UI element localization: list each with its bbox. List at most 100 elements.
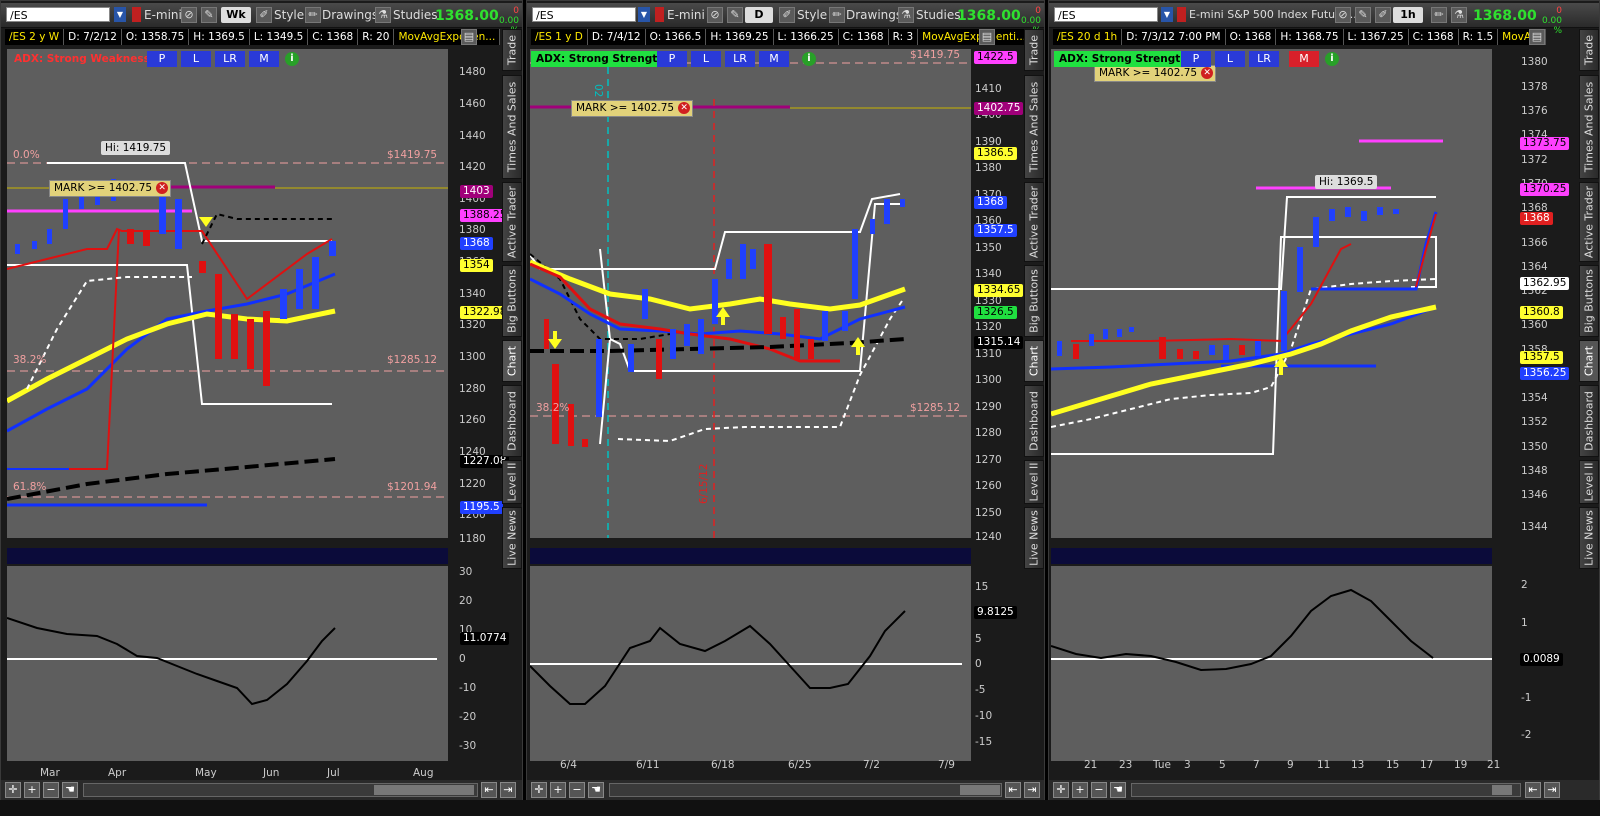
side-tab-active-trader[interactable]: Active Trader (502, 182, 522, 262)
symbol-dropdown-icon[interactable]: ▼ (1161, 7, 1173, 22)
mark-cancel-icon[interactable]: ✕ (156, 182, 169, 194)
adx-button-p[interactable]: P (657, 51, 687, 67)
chart-settings-icon[interactable]: ▤ (461, 29, 477, 45)
style-icon[interactable]: ✐ (1375, 7, 1391, 23)
mark-order-tag[interactable]: MARK >= 1402.75 ✕ (49, 180, 172, 197)
side-tab-trade[interactable]: Trade (1579, 29, 1599, 71)
adx-button-p[interactable]: P (147, 51, 177, 67)
side-tab-trade[interactable]: Trade (502, 29, 522, 71)
zoom-out-icon[interactable]: − (43, 782, 59, 798)
zoom-out-icon[interactable]: − (1091, 782, 1107, 798)
chart-symbol-period[interactable]: /ES 1 y D (531, 29, 588, 45)
side-tab-live-news[interactable]: Live News (1024, 507, 1044, 569)
chart-settings-icon[interactable]: ▤ (1529, 29, 1545, 45)
expand-right-icon[interactable]: ⇥ (1544, 782, 1560, 798)
adx-button-m[interactable]: M (249, 51, 279, 67)
studies-icon[interactable]: ⚗ (898, 7, 914, 23)
studies-menu[interactable]: Studies (393, 8, 438, 22)
adx-button-m[interactable]: M (759, 51, 789, 67)
expand-left-icon[interactable]: ⇤ (1005, 782, 1021, 798)
symbol-dropdown-icon[interactable]: ▼ (638, 7, 650, 22)
drawings-icon[interactable]: ✏ (305, 7, 321, 23)
drawings-menu[interactable]: Drawings (846, 8, 902, 22)
side-tab-times-sales[interactable]: Times And Sales (502, 75, 522, 179)
expand-left-icon[interactable]: ⇤ (1525, 782, 1541, 798)
mark-cancel-icon[interactable]: ✕ (678, 102, 691, 114)
side-tab-times-sales[interactable]: Times And Sales (1579, 75, 1599, 179)
side-tab-chart[interactable]: Chart (502, 340, 522, 382)
price-chart-area[interactable]: Hi: 1419.75 0.0% $1419.75 38.2% $1285.12… (7, 49, 448, 538)
side-tab-dashboard[interactable]: Dashboard (1024, 385, 1044, 457)
side-tab-live-news[interactable]: Live News (1579, 507, 1599, 569)
time-scrollbar[interactable] (609, 783, 1002, 797)
price-chart-area[interactable]: 38.2% $1285.12 $1419.75 6/15/12 02 MARK … (530, 49, 971, 538)
side-tab-chart[interactable]: Chart (1579, 340, 1599, 382)
expand-left-icon[interactable]: ⇤ (481, 782, 497, 798)
mark-order-tag[interactable]: MARK >= 1402.75 ✕ (571, 100, 694, 117)
zoom-in-icon[interactable]: + (24, 782, 40, 798)
adx-button-l[interactable]: L (181, 51, 211, 67)
expand-right-icon[interactable]: ⇥ (1024, 782, 1040, 798)
info-icon[interactable]: i (285, 52, 299, 66)
adx-button-lr[interactable]: LR (725, 51, 755, 67)
wrench-icon[interactable]: ✎ (201, 7, 217, 23)
pan-hand-icon[interactable]: ☚ (62, 782, 78, 798)
price-chart-area[interactable]: Hi: 1369.5 MARK >= 1402.75 ✕ (1051, 49, 1492, 538)
chart-symbol-period[interactable]: /ES 20 d 1h (1053, 29, 1123, 45)
side-tab-big-buttons[interactable]: Big Buttons (1024, 265, 1044, 337)
link-icon[interactable]: ⊘ (1335, 7, 1351, 23)
wrench-icon[interactable]: ✎ (1355, 7, 1371, 23)
studies-icon[interactable]: ⚗ (1451, 7, 1467, 23)
info-icon[interactable]: i (802, 52, 816, 66)
side-tab-level-ii[interactable]: Level II (502, 460, 522, 504)
drawings-icon[interactable]: ✏ (1431, 7, 1447, 23)
adx-button-lr[interactable]: LR (215, 51, 245, 67)
symbol-input[interactable]: /ES (532, 7, 636, 22)
mark-cancel-icon[interactable]: ✕ (1201, 67, 1214, 79)
time-scrollbar[interactable] (83, 783, 478, 797)
time-scrollbar[interactable] (1131, 783, 1521, 797)
info-icon[interactable]: i (1325, 52, 1339, 66)
expand-right-icon[interactable]: ⇥ (500, 782, 516, 798)
mark-order-tag[interactable]: MARK >= 1402.75 ✕ (1094, 65, 1217, 82)
studies-icon[interactable]: ⚗ (375, 7, 391, 23)
zoom-fit-icon[interactable]: ✛ (5, 782, 21, 798)
drawings-menu[interactable]: Drawings (322, 8, 378, 22)
oscillator-area[interactable] (1051, 566, 1492, 761)
zoom-fit-icon[interactable]: ✛ (531, 782, 547, 798)
info-study[interactable]: MovAvgExponenti... (918, 29, 1032, 45)
style-menu[interactable]: Style (797, 8, 827, 22)
adx-button-l[interactable]: L (1215, 51, 1245, 67)
adx-button-l[interactable]: L (691, 51, 721, 67)
adx-button-lr[interactable]: LR (1249, 51, 1279, 67)
side-tab-big-buttons[interactable]: Big Buttons (1579, 265, 1599, 337)
adx-button-m[interactable]: M (1289, 51, 1319, 67)
period-button[interactable]: Wk (221, 7, 251, 23)
chart-settings-icon[interactable]: ▤ (979, 29, 995, 45)
link-icon[interactable]: ⊘ (707, 7, 723, 23)
zoom-fit-icon[interactable]: ✛ (1053, 782, 1069, 798)
side-tab-chart[interactable]: Chart (1024, 340, 1044, 382)
adx-button-p[interactable]: P (1181, 51, 1211, 67)
pan-hand-icon[interactable]: ☚ (1110, 782, 1126, 798)
side-tab-active-trader[interactable]: Active Trader (1579, 182, 1599, 262)
style-icon[interactable]: ✐ (779, 7, 795, 23)
chart-symbol-period[interactable]: /ES 2 y W (5, 29, 65, 45)
side-tab-level-ii[interactable]: Level II (1579, 460, 1599, 504)
side-tab-active-trader[interactable]: Active Trader (1024, 182, 1044, 262)
side-tab-trade[interactable]: Trade (1024, 29, 1044, 71)
period-button[interactable]: D (745, 7, 773, 23)
side-tab-level-ii[interactable]: Level II (1024, 460, 1044, 504)
drawings-icon[interactable]: ✏ (829, 7, 845, 23)
zoom-in-icon[interactable]: + (550, 782, 566, 798)
side-tab-big-buttons[interactable]: Big Buttons (502, 265, 522, 337)
oscillator-area[interactable] (530, 566, 971, 761)
side-tab-times-sales[interactable]: Times And Sales (1024, 75, 1044, 179)
zoom-out-icon[interactable]: − (569, 782, 585, 798)
info-study[interactable]: MovAvgExponen... (394, 29, 501, 45)
wrench-icon[interactable]: ✎ (727, 7, 743, 23)
side-tab-dashboard[interactable]: Dashboard (502, 385, 522, 457)
zoom-in-icon[interactable]: + (1072, 782, 1088, 798)
symbol-input[interactable]: /ES (6, 7, 110, 22)
link-icon[interactable]: ⊘ (181, 7, 197, 23)
